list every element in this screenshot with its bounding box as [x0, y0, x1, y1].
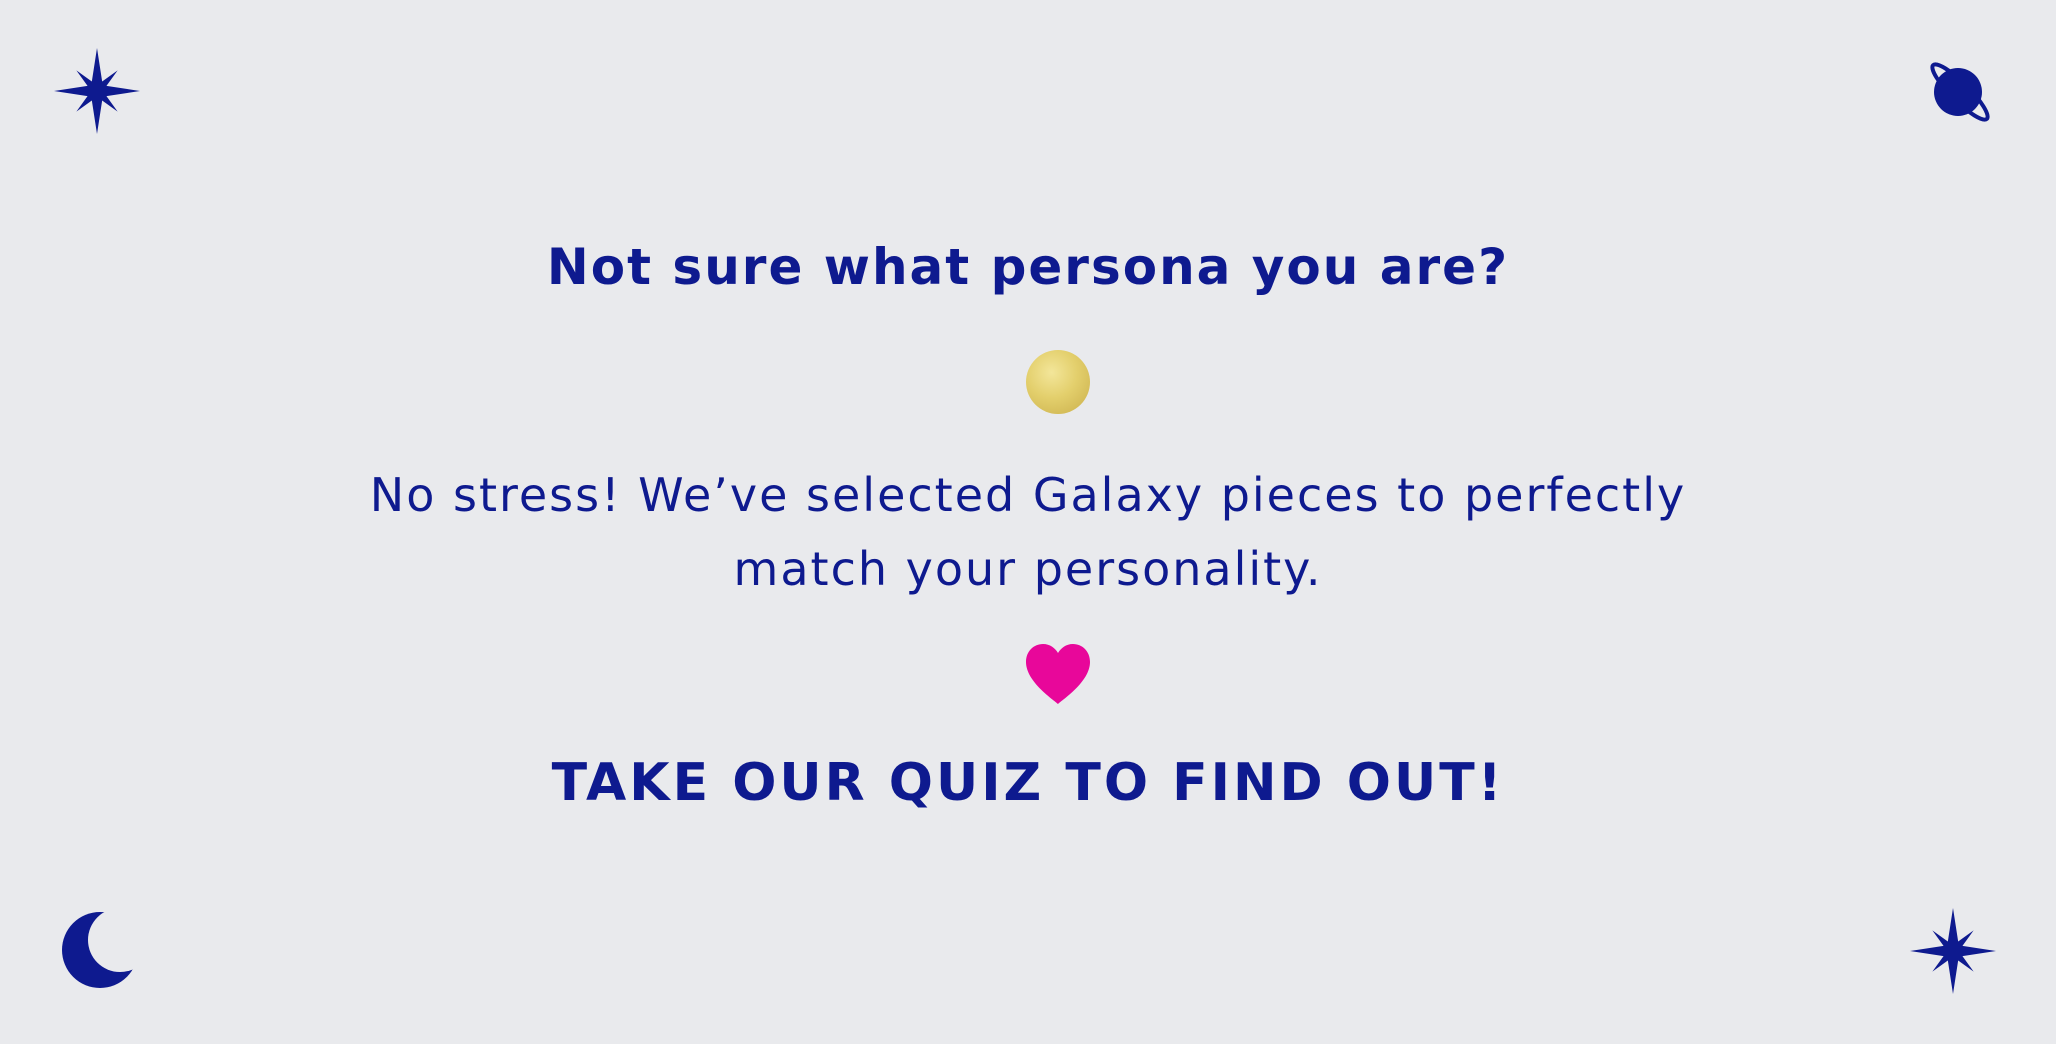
- heart-icon: [1024, 642, 1092, 706]
- banner-heading: Not sure what persona you are?: [546, 238, 1510, 296]
- banner-content: Not sure what persona you are? No stress…: [0, 0, 2056, 1044]
- take-quiz-link[interactable]: TAKE OUR QUIZ TO FIND OUT!: [0, 748, 2056, 818]
- quiz-banner: Not sure what persona you are? No stress…: [0, 0, 2056, 1044]
- banner-body-text: No stress! We’ve selected Galaxy pieces …: [369, 468, 1687, 596]
- gold-circle-icon: [1026, 350, 1090, 414]
